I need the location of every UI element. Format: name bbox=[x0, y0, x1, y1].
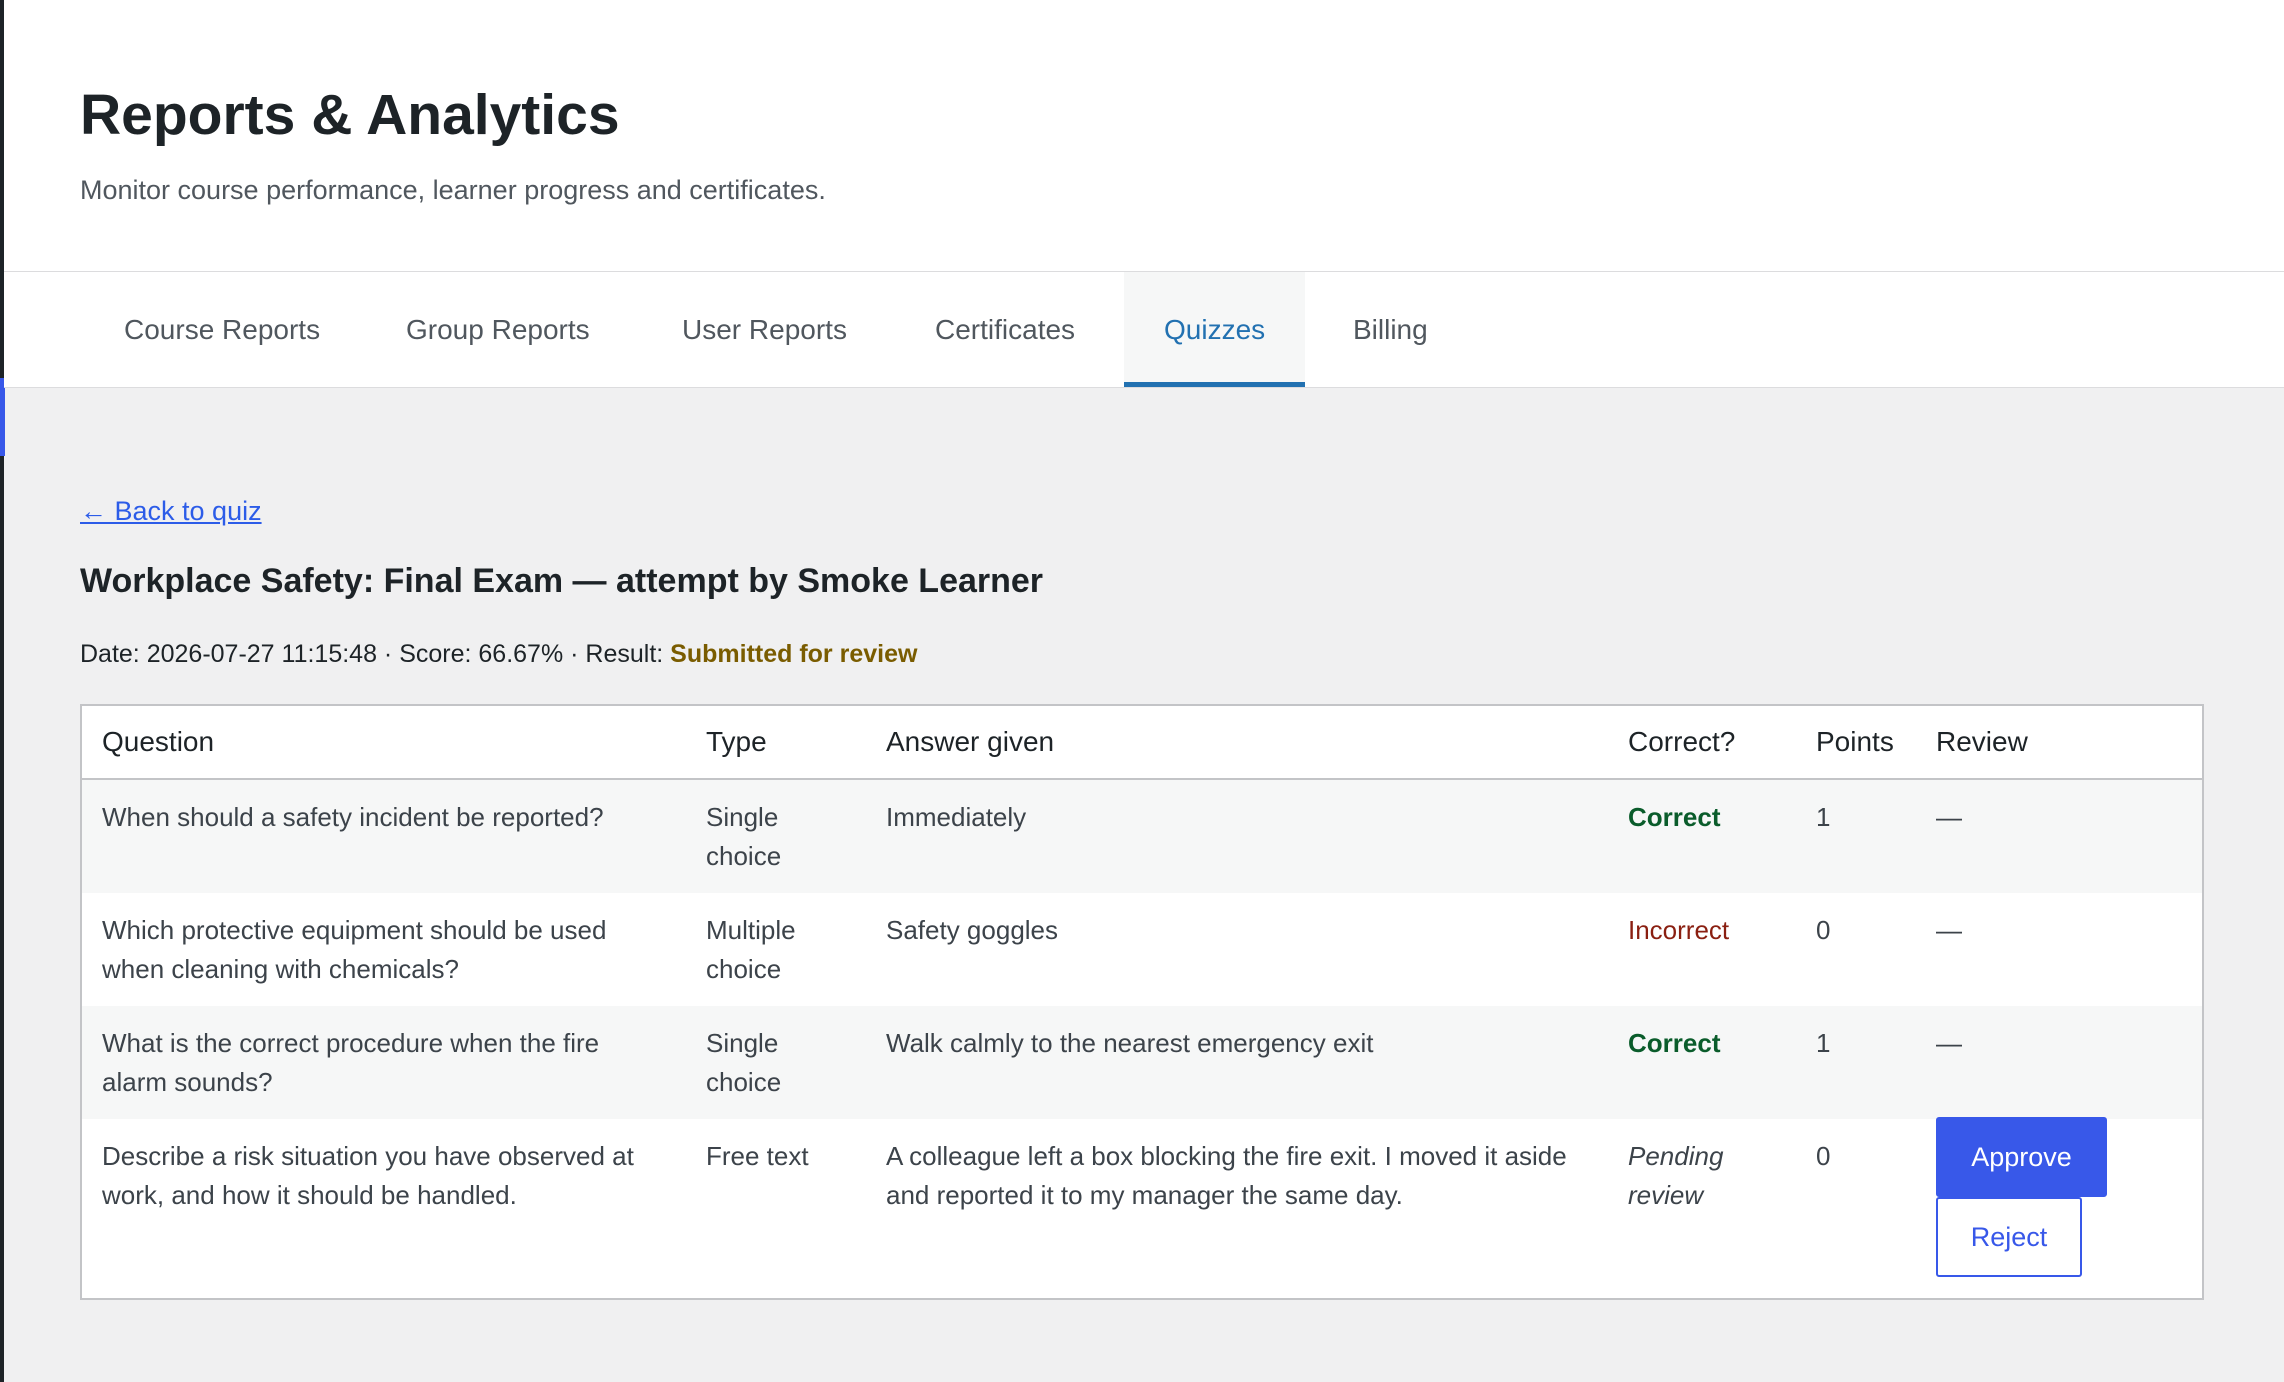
reject-button[interactable]: Reject bbox=[1936, 1197, 2082, 1277]
points-cell: 0 bbox=[1816, 915, 1831, 945]
report-tabs: Course Reports Group Reports User Report… bbox=[4, 272, 2284, 388]
points-cell: 1 bbox=[1796, 779, 1916, 893]
column-header-points: Points bbox=[1796, 706, 1916, 780]
tab-group-reports[interactable]: Group Reports bbox=[366, 272, 630, 387]
review-cell: — bbox=[1936, 915, 1962, 945]
answers-table: Question Type Answer given Correct? Poin… bbox=[80, 704, 2204, 1300]
column-header-type: Type bbox=[686, 706, 866, 780]
question-cell: When should a safety incident be reporte… bbox=[82, 779, 686, 893]
answer-cell: Safety goggles bbox=[886, 915, 1059, 945]
answer-cell: Walk calmly to the nearest emergency exi… bbox=[866, 1006, 1608, 1119]
type-cell: Single choice bbox=[686, 1006, 866, 1119]
column-header-question: Question bbox=[82, 706, 686, 780]
sidebar-active-indicator bbox=[0, 378, 5, 456]
points-cell: 0 bbox=[1816, 1141, 1831, 1171]
attempt-meta-text: Date: 2026-07-27 11:15:48 · Score: 66.67… bbox=[80, 640, 671, 668]
correct-status: Correct bbox=[1608, 1006, 1796, 1119]
column-header-correct: Correct? bbox=[1608, 706, 1796, 780]
correct-status: Correct bbox=[1608, 779, 1796, 893]
table-row: What is the correct procedure when the f… bbox=[82, 1006, 2202, 1119]
review-actions: Approve Reject bbox=[1916, 1117, 2202, 1294]
tab-billing[interactable]: Billing bbox=[1313, 272, 1468, 387]
result-status: Submitted for review bbox=[670, 640, 918, 668]
back-to-quiz-link[interactable]: ← Back to quiz bbox=[80, 496, 262, 527]
pending-status: Pending review bbox=[1628, 1141, 1724, 1210]
table-header-row: Question Type Answer given Correct? Poin… bbox=[82, 706, 2202, 780]
review-cell: — bbox=[1916, 779, 2202, 893]
table-row: When should a safety incident be reporte… bbox=[82, 779, 2202, 893]
tab-user-reports[interactable]: User Reports bbox=[642, 272, 887, 387]
answer-cell: A colleague left a box blocking the fire… bbox=[886, 1141, 1567, 1210]
question-cell: Which protective equipment should be use… bbox=[102, 915, 607, 984]
question-cell: What is the correct procedure when the f… bbox=[82, 1006, 686, 1119]
attempt-meta: Date: 2026-07-27 11:15:48 · Score: 66.67… bbox=[80, 640, 917, 669]
question-cell: Describe a risk situation you have obser… bbox=[102, 1141, 634, 1210]
column-header-answer: Answer given bbox=[866, 706, 1608, 780]
tab-quizzes[interactable]: Quizzes bbox=[1124, 272, 1306, 387]
page-header: Reports & Analytics Monitor course perfo… bbox=[4, 0, 2284, 272]
page-title: Reports & Analytics bbox=[80, 83, 620, 147]
attempt-title: Workplace Safety: Final Exam — attempt b… bbox=[80, 562, 1044, 600]
incorrect-status: Incorrect bbox=[1628, 915, 1730, 945]
points-cell: 1 bbox=[1796, 1006, 1916, 1119]
review-cell: — bbox=[1916, 1006, 2202, 1119]
column-header-review: Review bbox=[1916, 706, 2202, 780]
tab-course-reports[interactable]: Course Reports bbox=[84, 272, 360, 387]
approve-button[interactable]: Approve bbox=[1936, 1117, 2107, 1197]
type-cell: Free text bbox=[706, 1141, 809, 1171]
table-row: Describe a risk situation you have obser… bbox=[82, 1117, 2202, 1294]
table-row: Which protective equipment should be use… bbox=[82, 893, 2202, 1006]
type-cell: Single choice bbox=[686, 779, 866, 893]
tab-certificates[interactable]: Certificates bbox=[895, 272, 1115, 387]
type-cell: Multiple choice bbox=[706, 915, 796, 984]
answer-cell: Immediately bbox=[866, 779, 1608, 893]
page-subtitle: Monitor course performance, learner prog… bbox=[80, 175, 826, 205]
